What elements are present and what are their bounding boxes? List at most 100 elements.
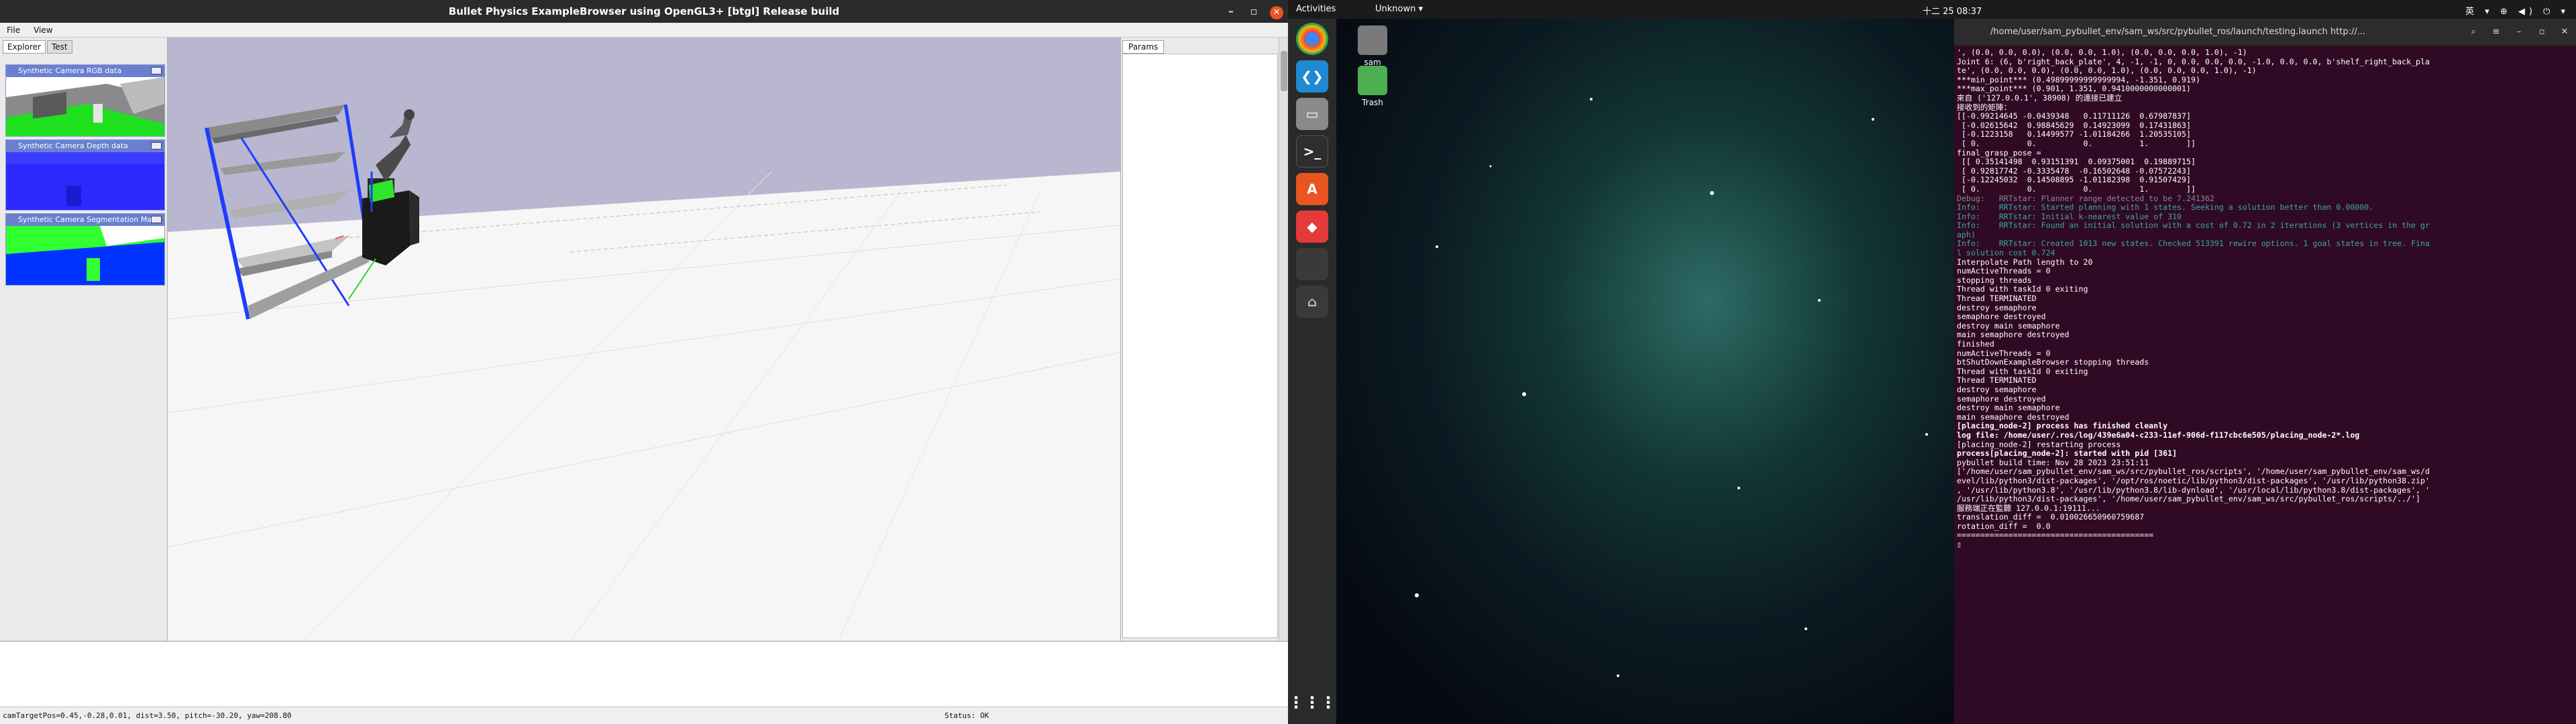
terminal-line: Info: RRTstar: Started planning with 1 s… [1957,202,2374,213]
blank-icon[interactable] [1296,248,1328,280]
terminal-title: /home/user/sam_pybullet_env/sam_ws/src/p… [1990,27,2366,37]
terminal-line: [-0.02615642 0.98845629 0.14923099 0.174… [1957,120,2192,130]
tab-params[interactable]: Params [1122,40,1165,54]
explorer-panel: Explorer Test Synthetic Camera RGB data … [0,38,168,641]
window-title: Bullet Physics ExampleBrowser using Open… [448,5,840,17]
terminal-line: ***max_point*** (0.901, 1.351, 0.9410000… [1957,84,2192,94]
software-icon[interactable]: A [1296,173,1328,205]
rgb-camera-image [6,77,164,136]
bullet-titlebar[interactable]: Bullet Physics ExampleBrowser using Open… [0,0,1288,23]
terminal-line: process[placing_node-2]: started with pi… [1957,448,2178,459]
terminal-line: Joint 6: (6, b'right_back_plate', 4, -1,… [1957,56,2430,66]
params-scrollbar[interactable] [1279,38,1288,641]
gnome-top-bar: Activities Unknown ▾ 十二 25 08:37 英 ▾ ⊕ ◀… [1288,0,2576,19]
segmentation-image [6,226,164,285]
app-menu[interactable]: Unknown ▾ [1375,4,1423,14]
menu-view[interactable]: View [27,25,59,35]
rgb-panel-header[interactable]: Synthetic Camera RGB data [6,65,164,77]
dock: ❮❯ ▭ >_ A ◆ ⌂ ⋮⋮⋮ [1288,19,1336,724]
system-tray[interactable]: 英 ▾ ⊕ ◀) ⏻ ▾ [2465,4,2569,17]
chrome-icon[interactable] [1296,23,1328,55]
bullet-window: Bullet Physics ExampleBrowser using Open… [0,0,1288,724]
depth-panel-title: Synthetic Camera Depth data [18,141,128,150]
segmentation-panel-header[interactable]: Synthetic Camera Segmentation Mask [6,214,164,226]
anydesk-icon[interactable]: ◆ [1296,210,1328,243]
terminal-line: main semaphore destroyed [1957,412,2070,422]
terminal-output[interactable]: ', (0.0, 0.0, 0.0), (0.0, 0.0, 1.0), (0.… [1957,48,2571,722]
desktop[interactable]: sam Trash [1336,19,1954,724]
depth-panel-header[interactable]: Synthetic Camera Depth data [6,140,164,152]
terminal-line: numActiveThreads = 0 [1957,266,2051,276]
apps-grid-icon[interactable]: ⋮⋮⋮ [1288,686,1336,719]
rgb-camera-panel: Synthetic Camera RGB data [5,64,165,137]
terminal-line: 來自 ('127.0.0.1', 38908) 的連接已建立 [1957,93,2123,103]
3d-scene [168,38,1120,641]
terminal-window[interactable]: /home/user/sam_pybullet_env/sam_ws/src/p… [1954,19,2576,724]
depth-camera-panel: Synthetic Camera Depth data [5,139,165,210]
terminal-line: , '/usr/lib/python3.8', '/usr/lib/python… [1957,485,2430,495]
minimize-icon[interactable]: – [2508,19,2530,46]
panel-toggle-icon[interactable] [151,216,162,223]
terminal-line: [-0.1223158 0.14499577 -1.01184266 1.205… [1957,129,2192,139]
terminal-line: ', (0.0, 0.0, 0.0), (0.0, 0.0, 1.0), (0.… [1957,48,2247,57]
wallpaper-stars [1415,98,1928,677]
terminal-line: ========================================… [1957,530,2154,540]
maximize-button[interactable]: ▫ [1242,0,1265,23]
terminal-line: [ 0.92817742 -0.3335478 -0.16502648 -0.0… [1957,166,2192,176]
terminal-line: l solution cost 0.724 [1957,248,2055,258]
terminal-line: ▯ [1957,540,1962,550]
usb-icon[interactable]: ⌂ [1296,286,1328,318]
3d-viewport[interactable] [168,38,1120,641]
terminal-line: Thread TERMINATED [1957,294,2037,304]
segmentation-panel-title: Synthetic Camera Segmentation Mask [18,215,160,224]
rgb-panel-title: Synthetic Camera RGB data [18,66,122,75]
scrollbar-thumb[interactable] [1281,51,1287,91]
menu-icon[interactable]: ≡ [2485,19,2508,46]
status-bar: camTargetPos=0.45,-0.28,0.01, dist=3.50,… [0,707,1288,724]
close-icon[interactable]: ✕ [2553,19,2576,46]
activities-button[interactable]: Activities [1296,4,1336,14]
terminal-line: [[ 0.35141498 0.93151391 0.09375001 0.19… [1957,157,2196,167]
terminal-line: finished [1957,339,1994,349]
terminal-line: ***min_point*** (0.49899999999999994, -1… [1957,74,2200,84]
menu-bar: File View [0,23,1288,38]
clock[interactable]: 十二 25 08:37 [1923,4,1982,17]
files-icon[interactable]: ▭ [1296,98,1328,130]
terminal-titlebar[interactable]: /home/user/sam_pybullet_env/sam_ws/src/p… [1954,19,2576,46]
terminal-icon[interactable]: >_ [1296,135,1328,168]
params-content [1122,54,1278,638]
tab-explorer[interactable]: Explorer [3,40,46,54]
minimize-button[interactable]: – [1220,0,1242,23]
maximize-icon[interactable]: ▫ [2530,19,2553,46]
console-area [0,641,1288,707]
params-panel: Params [1120,38,1288,641]
tab-test[interactable]: Test [46,40,72,54]
terminal-line: 接收到的矩陣： [1957,102,2012,112]
close-icon: ✕ [1270,6,1283,19]
terminal-line: Info: RRTstar: Created 1013 new states. … [1957,239,2430,249]
segmentation-panel: Synthetic Camera Segmentation Mask [5,213,165,286]
terminal-line: semaphore destroyed [1957,394,2046,404]
terminal-line: [ 0. 0. 0. 1. ]] [1957,184,2196,194]
vscode-icon[interactable]: ❮❯ [1296,60,1328,93]
panel-toggle-icon[interactable] [151,67,162,74]
terminal-line: Thread with taskId 0 exiting [1957,366,2088,376]
terminal-line: [placing_node-2] restarting process [1957,439,2121,449]
terminal-line: destroy main semaphore [1957,320,2060,330]
terminal-line: main semaphore destroyed [1957,330,2070,340]
terminal-line: /usr/lib/python3/dist-packages', '/home/… [1957,494,2421,504]
terminal-line: [[-0.99214645 -0.0439348 0.11711126 0.67… [1957,111,2192,121]
menu-file[interactable]: File [0,25,27,35]
terminal-line: destroy semaphore [1957,302,2037,312]
terminal-line: stopping threads [1957,275,2032,285]
terminal-line: ['/home/user/sam_pybullet_env/sam_ws/src… [1957,467,2430,477]
terminal-line: te', (0.0, 0.0, 0.0), (0.0, 0.0, 1.0), (… [1957,66,2257,76]
search-icon[interactable]: ⌕ [2462,19,2485,46]
close-button[interactable]: ✕ [1265,0,1288,23]
terminal-line: [ 0. 0. 0. 1. ]] [1957,138,2196,148]
terminal-line: Thread TERMINATED [1957,375,2037,385]
terminal-line: btShutDownExampleBrowser stopping thread… [1957,357,2149,367]
depth-camera-image [6,152,164,210]
terminal-line: 服務端正在監聽 127.0.0.1:19111... [1957,503,2100,513]
panel-toggle-icon[interactable] [151,142,162,149]
